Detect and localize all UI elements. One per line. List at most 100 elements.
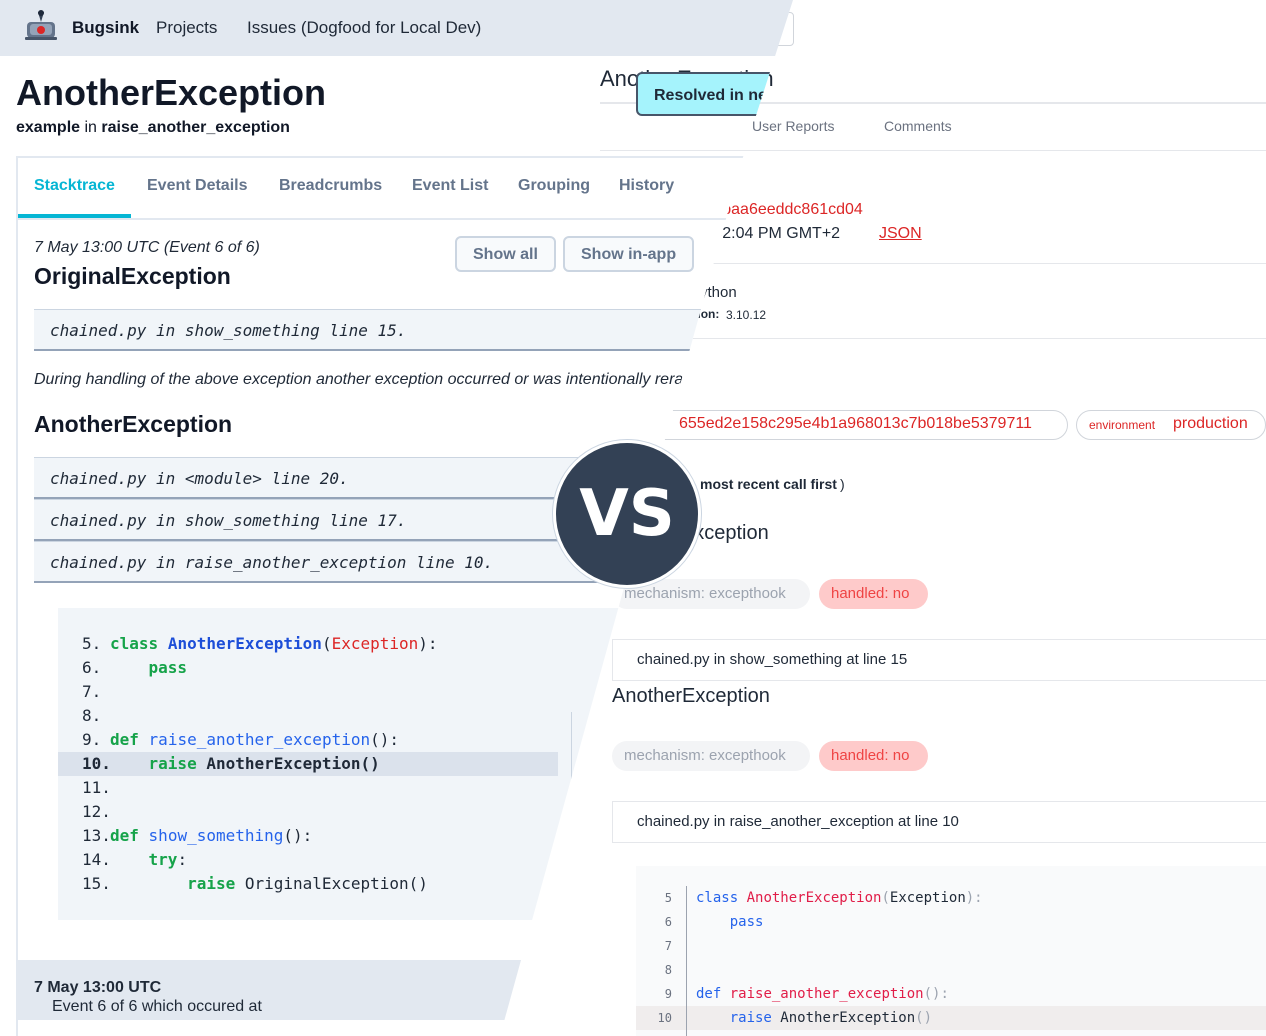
exception-name: AnotherException xyxy=(34,411,233,437)
code-text: raise AnotherException() xyxy=(110,752,380,776)
code-token: AnotherException xyxy=(167,634,322,653)
gutter-line xyxy=(686,886,687,1036)
tab-event-details[interactable]: Event Details xyxy=(147,177,247,195)
tab-stacktrace[interactable]: Stacktrace xyxy=(34,177,115,195)
code-line: 6 pass xyxy=(636,910,1266,934)
code-token: () xyxy=(915,1010,933,1026)
code-token: (): xyxy=(923,986,949,1002)
code-token: raise xyxy=(729,1010,772,1026)
stack-frame[interactable]: chained.py in raise_another_exception at… xyxy=(612,801,1266,843)
tag-value: production xyxy=(1173,415,1248,432)
chaining-note: During handling of the above exception a… xyxy=(34,371,718,388)
tab-breadcrumbs[interactable]: Breadcrumbs xyxy=(279,177,382,195)
nav-issues[interactable]: Issues (Dogfood for Local Dev) xyxy=(247,18,481,38)
divider xyxy=(600,338,1266,339)
code-token: raise_another_exception xyxy=(148,730,371,749)
code-text: def show_something(): xyxy=(110,824,312,848)
issue-subtitle: example in raise_another_exception xyxy=(16,119,290,136)
code-text: pass xyxy=(696,910,764,934)
code-line: 11. xyxy=(58,776,558,800)
code-text: raise AnotherException() xyxy=(696,1006,932,1030)
tab-history[interactable]: History xyxy=(619,177,674,195)
line-number: 9 xyxy=(664,987,672,1001)
handled-badge: handled: no xyxy=(819,579,928,609)
handled-badge: handled: no xyxy=(819,741,928,771)
code-text: raise OriginalException() xyxy=(110,872,428,896)
tag-value: 655ed2e158c295e4b1a968013c7b018be5379711 xyxy=(679,415,1032,432)
stack-frame[interactable]: chained.py in show_something at line 15 xyxy=(612,639,1266,681)
code-token: show_something xyxy=(148,826,284,845)
tab-comments[interactable]: Comments xyxy=(884,118,952,134)
code-token: raise xyxy=(148,754,197,773)
code-token: OriginalException() xyxy=(235,874,428,893)
code-text: def raise_another_exception(): xyxy=(696,982,949,1006)
code-line: 6. pass xyxy=(58,656,558,680)
code-line: 7 xyxy=(636,934,1266,958)
line-number: 7 xyxy=(664,939,672,953)
json-link[interactable]: JSON xyxy=(879,225,922,243)
exception-name: AnotherException xyxy=(612,685,770,707)
code-text: def raise_another_exception(): xyxy=(110,728,399,752)
code-token: def xyxy=(696,986,722,1002)
active-tab-indicator xyxy=(18,214,131,218)
code-token: ( xyxy=(881,890,890,906)
code-token: AnotherException xyxy=(746,890,882,906)
line-number: 8 xyxy=(664,963,672,977)
tab-user-reports[interactable]: User Reports xyxy=(752,118,834,134)
code-token: : xyxy=(177,850,188,869)
line-number: 10 xyxy=(657,1011,672,1025)
code-token: class xyxy=(696,890,739,906)
line-number: 6. xyxy=(82,658,102,677)
version-value: 3.10.12 xyxy=(726,308,767,322)
code-line: 14. try: xyxy=(58,848,558,872)
bugsink-logo-icon[interactable] xyxy=(24,8,58,42)
line-number: 9. xyxy=(82,730,102,749)
order-paren: ) xyxy=(840,476,845,492)
code-line: 5 class AnotherException(Exception): xyxy=(636,886,1266,910)
event-info: 7 May 13:00 UTC (Event 6 of 6) xyxy=(34,239,260,256)
event-footer: Event 6 of 6 which occured at 7 May 13:0… xyxy=(16,960,576,1020)
mechanism-badge: mechanism: excepthook xyxy=(612,741,810,771)
code-line: 10. raise AnotherException() xyxy=(58,752,558,776)
code-line: 12. xyxy=(58,800,558,824)
code-line: 15. raise OriginalException() xyxy=(58,872,558,896)
line-number: 5. xyxy=(82,634,102,653)
code-token: raise xyxy=(187,874,236,893)
show-in-app-button[interactable]: Show in-app xyxy=(563,236,695,272)
line-number: 10. xyxy=(82,754,111,773)
code-token: AnotherException xyxy=(771,1010,916,1026)
line-number: 12. xyxy=(82,802,111,821)
code-token: ): xyxy=(965,890,983,906)
code-line: 10 raise AnotherException() xyxy=(636,1006,1266,1030)
issue-title: AnotherException xyxy=(16,72,327,113)
order-toggle[interactable]: most recent call first xyxy=(700,476,837,492)
code-text: class AnotherException(Exception): xyxy=(696,886,983,910)
line-number: 15. xyxy=(82,874,111,893)
code-line: 9 def raise_another_exception(): xyxy=(636,982,1266,1006)
tag-environment[interactable]: environment production xyxy=(1076,410,1266,440)
code-text: pass xyxy=(110,656,188,680)
tab-grouping[interactable]: Grouping xyxy=(518,177,590,195)
line-number: 13. xyxy=(82,826,111,845)
show-all-button[interactable]: Show all xyxy=(455,236,556,272)
brand-name[interactable]: Bugsink xyxy=(72,18,139,38)
code-token: (): xyxy=(283,826,313,845)
code-token: AnotherException() xyxy=(196,754,380,773)
tab-event-list[interactable]: Event List xyxy=(412,177,488,195)
exception-name: OriginalException xyxy=(34,263,231,289)
nav-projects[interactable]: Projects xyxy=(156,18,217,38)
code-line: 13. def show_something(): xyxy=(58,824,558,848)
code-line: 5. class AnotherException(Exception): xyxy=(58,632,558,656)
code-text: class AnotherException(Exception): xyxy=(110,632,438,656)
line-number: 5 xyxy=(664,891,672,905)
stack-frame[interactable]: chained.py in show_something line 15. xyxy=(34,309,734,351)
line-number: 14. xyxy=(82,850,111,869)
line-number: 7. xyxy=(82,682,102,701)
code-token: raise_another_exception xyxy=(729,986,924,1002)
